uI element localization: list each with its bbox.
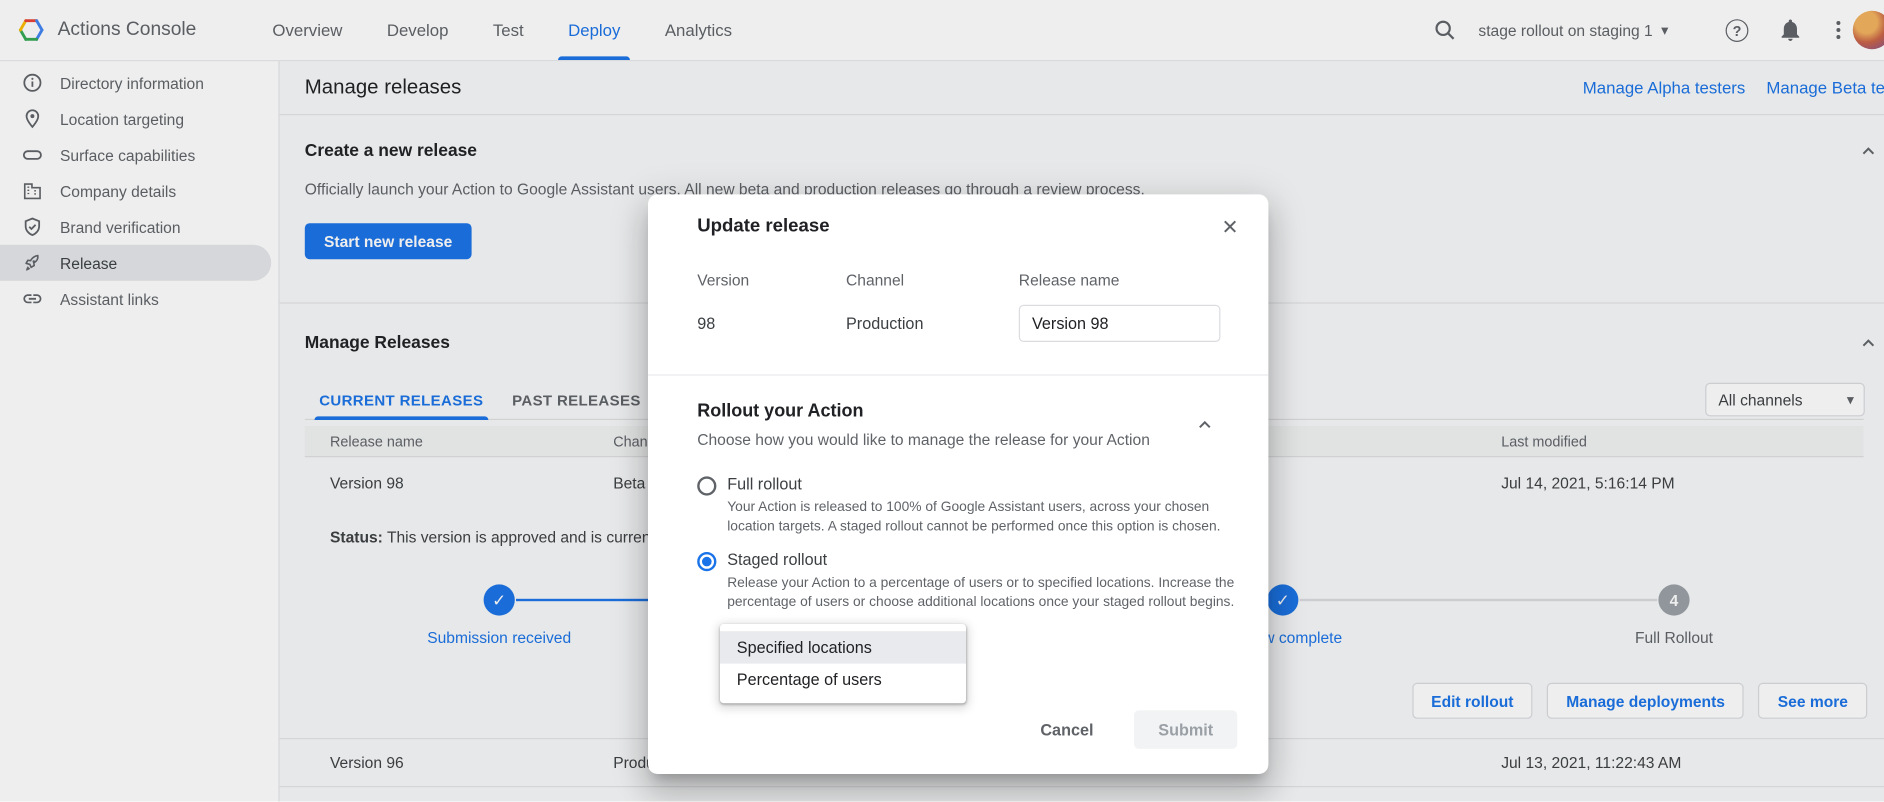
- version-label: Version: [697, 271, 749, 289]
- rollout-section-subtitle: Choose how you would like to manage the …: [697, 431, 1150, 449]
- collapse-rollout-chevron-up-icon[interactable]: [1190, 410, 1219, 439]
- close-glyph: ✕: [1221, 216, 1238, 240]
- rollout-section-title: Rollout your Action: [697, 401, 863, 421]
- full-rollout-radio[interactable]: [697, 476, 716, 495]
- channel-label: Channel: [846, 271, 904, 289]
- dialog-title: Update release: [697, 216, 829, 238]
- version-value: 98: [697, 314, 715, 332]
- cancel-button[interactable]: Cancel: [1033, 719, 1101, 739]
- menu-item-percentage-of-users[interactable]: Percentage of users: [720, 664, 966, 696]
- full-rollout-description: Your Action is released to 100% of Googl…: [727, 498, 1236, 536]
- menu-item-specified-locations[interactable]: Specified locations: [720, 631, 966, 663]
- staged-rollout-description: Release your Action to a percentage of u…: [727, 574, 1236, 612]
- close-icon[interactable]: ✕: [1213, 211, 1247, 245]
- release-name-label: Release name: [1019, 271, 1120, 289]
- update-release-dialog: Update release ✕ Version Channel Release…: [648, 194, 1268, 774]
- divider: [648, 374, 1268, 375]
- rollout-type-menu: Specified locations Percentage of users: [720, 624, 966, 703]
- dialog-footer: Cancel Submit: [1033, 710, 1237, 748]
- full-rollout-label[interactable]: Full rollout: [727, 475, 802, 493]
- channel-value: Production: [846, 314, 923, 332]
- submit-button[interactable]: Submit: [1134, 710, 1237, 748]
- actions-console-window: Actions Console Overview Develop Test De…: [0, 0, 1884, 802]
- staged-rollout-radio[interactable]: [697, 552, 716, 571]
- release-name-input[interactable]: [1019, 305, 1221, 342]
- staged-rollout-label[interactable]: Staged rollout: [727, 551, 827, 569]
